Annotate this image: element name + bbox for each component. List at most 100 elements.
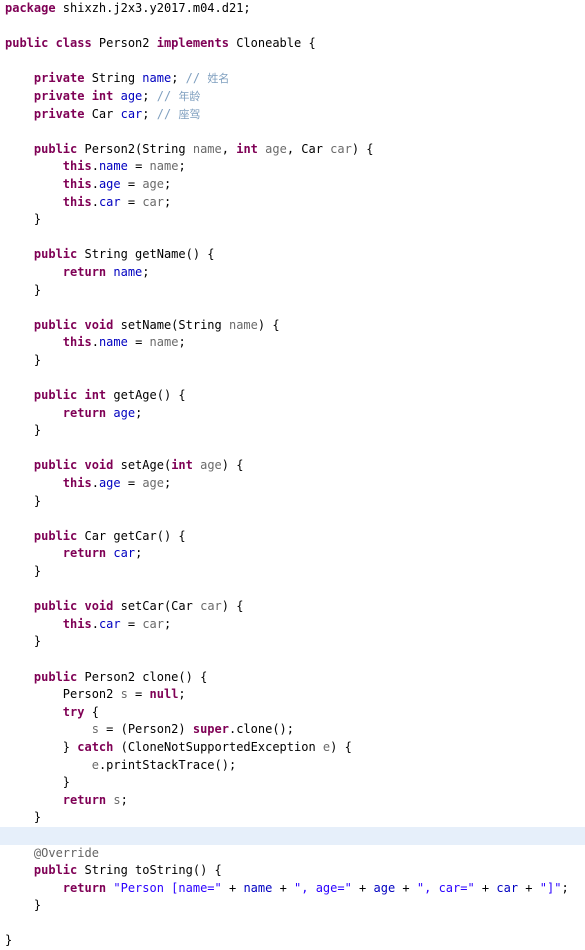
- code-token-plain: ) {: [221, 458, 244, 473]
- code-line[interactable]: public int getAge() {: [0, 387, 585, 405]
- code-token-plain: Car getCar() {: [84, 528, 186, 543]
- code-line[interactable]: s = (Person2) super.clone();: [0, 721, 585, 739]
- code-editor[interactable]: package shixzh.j2x3.y2017.m04.d21; publi…: [0, 0, 585, 947]
- code-token-plain: }: [33, 564, 42, 578]
- code-token-plain: {: [91, 704, 99, 719]
- code-line[interactable]: }: [0, 774, 585, 792]
- code-token-plain: String toString() {: [84, 863, 222, 878]
- code-token-kw: int: [236, 141, 266, 156]
- code-token-par: car: [330, 141, 352, 156]
- code-line[interactable]: [0, 18, 585, 36]
- code-line[interactable]: this.car = car;: [0, 616, 585, 634]
- code-line[interactable]: [0, 651, 585, 669]
- code-line[interactable]: [0, 826, 585, 845]
- code-line[interactable]: e.printStackTrace();: [0, 757, 585, 775]
- code-token-plain: ;: [164, 476, 172, 491]
- code-line[interactable]: public Car getCar() {: [0, 528, 585, 546]
- code-token-plain: +: [518, 880, 540, 895]
- code-token-plain: ) {: [351, 141, 374, 156]
- code-line[interactable]: public Person2(String name, int age, Car…: [0, 141, 585, 159]
- code-line[interactable]: } catch (CloneNotSupportedException e) {: [0, 739, 585, 757]
- code-line[interactable]: this.car = car;: [0, 194, 585, 212]
- code-token-plain: .clone();: [228, 722, 295, 737]
- code-token-plain: Cloneable {: [236, 36, 316, 51]
- code-line[interactable]: return s;: [0, 792, 585, 810]
- code-line[interactable]: }: [0, 633, 585, 651]
- code-token-par: age: [265, 141, 287, 156]
- code-line[interactable]: [0, 123, 585, 141]
- code-line[interactable]: [0, 440, 585, 458]
- code-token-plain: =: [120, 176, 143, 191]
- code-line[interactable]: this.name = name;: [0, 334, 585, 352]
- code-token-plain: ;: [120, 792, 128, 807]
- code-line[interactable]: [0, 915, 585, 933]
- code-token-plain: }: [62, 739, 78, 754]
- code-token-fld: car: [120, 106, 143, 121]
- code-line[interactable]: private Car car; // 座驾: [0, 106, 585, 124]
- code-line[interactable]: public void setAge(int age) {: [0, 457, 585, 475]
- code-line[interactable]: }: [0, 422, 585, 440]
- code-line[interactable]: this.age = age;: [0, 176, 585, 194]
- code-token-plain: }: [62, 775, 71, 790]
- code-line[interactable]: [0, 510, 585, 528]
- code-token-plain: ;: [135, 405, 143, 420]
- code-token-plain: Person2(String: [84, 141, 193, 156]
- code-line[interactable]: public String getName() {: [0, 246, 585, 264]
- code-token-plain: getAge() {: [113, 388, 186, 403]
- code-line[interactable]: this.age = age;: [0, 475, 585, 493]
- code-line[interactable]: private int age; // 年龄: [0, 88, 585, 106]
- code-token-cmt: //: [156, 106, 179, 121]
- code-line[interactable]: }: [0, 897, 585, 915]
- code-line[interactable]: }: [0, 282, 585, 300]
- code-line[interactable]: }: [0, 932, 585, 950]
- code-line[interactable]: return car;: [0, 545, 585, 563]
- code-line[interactable]: return "Person [name=" + name + ", age="…: [0, 880, 585, 898]
- code-token-plain: ;: [164, 194, 172, 209]
- code-line[interactable]: [0, 299, 585, 317]
- code-line[interactable]: return name;: [0, 264, 585, 282]
- code-token-par: car: [142, 616, 164, 631]
- code-line[interactable]: public void setCar(Car car) {: [0, 598, 585, 616]
- code-line[interactable]: private String name; // 姓名: [0, 70, 585, 88]
- code-line[interactable]: }: [0, 493, 585, 511]
- code-line[interactable]: public Person2 clone() {: [0, 669, 585, 687]
- code-token-plain: ;: [142, 264, 150, 279]
- code-line[interactable]: @Override: [0, 845, 585, 863]
- code-line[interactable]: }: [0, 809, 585, 827]
- code-token-plain: ;: [164, 176, 172, 191]
- code-token-plain: ;: [164, 616, 172, 631]
- code-token-plain: =: [120, 476, 143, 491]
- code-line[interactable]: }: [0, 563, 585, 581]
- code-token-fld: age: [113, 405, 136, 420]
- code-token-plain: ;: [142, 106, 157, 121]
- code-line[interactable]: public class Person2 implements Cloneabl…: [0, 35, 585, 53]
- code-line[interactable]: package shixzh.j2x3.y2017.m04.d21;: [0, 0, 585, 18]
- code-token-kw: return: [62, 546, 114, 561]
- code-line[interactable]: }: [0, 211, 585, 229]
- code-token-plain: .: [91, 335, 99, 350]
- code-line[interactable]: Person2 s = null;: [0, 686, 585, 704]
- code-line[interactable]: [0, 581, 585, 599]
- code-token-plain: =: [127, 687, 150, 702]
- code-line[interactable]: [0, 229, 585, 247]
- code-token-par: name: [228, 317, 258, 332]
- code-token-plain: .printStackTrace();: [98, 757, 237, 772]
- code-line[interactable]: try {: [0, 704, 585, 722]
- code-token-kw: this: [62, 159, 92, 174]
- code-line[interactable]: return age;: [0, 405, 585, 423]
- code-line[interactable]: public void setName(String name) {: [0, 317, 585, 335]
- code-line[interactable]: this.name = name;: [0, 158, 585, 176]
- code-line[interactable]: [0, 369, 585, 387]
- code-line[interactable]: [0, 53, 585, 71]
- code-line[interactable]: public String toString() {: [0, 862, 585, 880]
- code-text-area[interactable]: package shixzh.j2x3.y2017.m04.d21; publi…: [0, 0, 585, 950]
- code-token-kw: private int: [33, 88, 121, 103]
- code-line[interactable]: }: [0, 352, 585, 370]
